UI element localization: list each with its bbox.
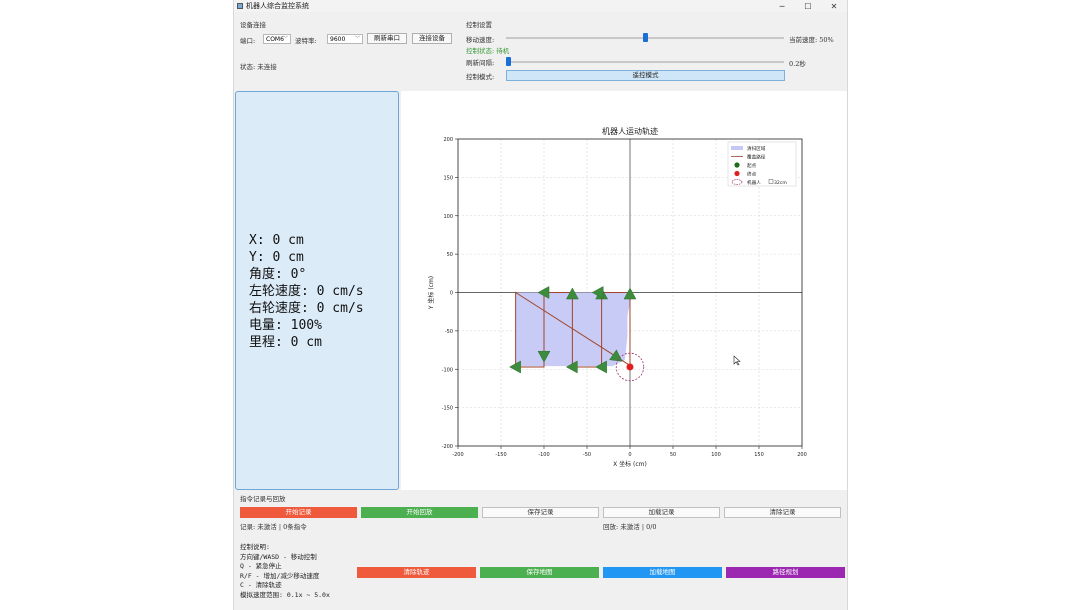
connection-status: 状态: 未连接 (240, 63, 277, 71)
start-record-button[interactable]: 开始记录 (240, 507, 357, 518)
record-section-title: 指令记录与回放 (240, 495, 286, 503)
status-x: X: 0 cm (249, 233, 304, 248)
minimize-button[interactable]: ─ (769, 2, 795, 11)
control-status: 控制状态: 待机 (466, 47, 510, 55)
app-icon (237, 3, 243, 9)
path-planning-button[interactable]: 路径规划 (726, 567, 845, 578)
y-axis-label: Y 坐标 (cm) (427, 276, 435, 310)
legend-extra-label: 32cm (774, 180, 787, 186)
x-tick-label: 50 (670, 452, 676, 458)
x-tick-label: 150 (754, 452, 764, 458)
legend-label: 机器人 (747, 179, 761, 186)
close-button[interactable]: ✕ (821, 2, 847, 11)
chart-title: 机器人运动轨迹 (602, 126, 658, 136)
x-tick-label: -150 (495, 452, 506, 458)
help-title: 控制说明: (240, 543, 270, 551)
save-record-button[interactable]: 保存记录 (482, 507, 599, 518)
help-line: Q - 紧急停止 (240, 562, 282, 570)
help-line: C - 清除轨迹 (240, 581, 282, 589)
port-value: COM6 (266, 36, 284, 43)
help-line: 方向键/WASD - 移动控制 (240, 552, 317, 561)
refresh-interval-label: 刷新间隔: (466, 59, 495, 67)
y-tick-label: 200 (443, 137, 453, 143)
app-window: 机器人综合监控系统 ─ ☐ ✕ 设备连接 端口: COM6 ﹀ 波特率: 9600… (233, 0, 848, 610)
speed-label: 移动速度: (466, 36, 495, 44)
status-angle: 角度: 0° (249, 267, 307, 282)
clear-track-button[interactable]: 清除轨迹 (357, 567, 476, 578)
x-tick-label: -100 (538, 452, 549, 458)
refresh-port-button[interactable]: 刷新串口 (367, 33, 407, 44)
trajectory-chart: -200 -150 -100 -50 0 50 100 150 200 -200 -150 -100 -… (427, 126, 807, 468)
x-tick-label: -50 (583, 452, 591, 458)
y-tick-label: -200 (442, 444, 453, 450)
y-tick-label: 0 (450, 291, 453, 297)
control-mode-label: 控制模式: (466, 73, 495, 81)
y-tick-label: 50 (447, 252, 453, 258)
x-tick-label: 200 (797, 452, 807, 458)
x-tick-label: 100 (711, 452, 721, 458)
y-tick-label: 150 (443, 175, 453, 181)
legend-label: 覆盖路径 (747, 154, 766, 161)
y-tick-label: -50 (445, 329, 453, 335)
start-replay-button[interactable]: 开始回放 (361, 507, 478, 518)
status-left-wheel-speed: 左轮速度: 0 cm/s (249, 284, 364, 299)
connection-section-title: 设备连接 (240, 21, 266, 29)
legend-label: 起点 (747, 163, 757, 169)
refresh-slider-track[interactable] (506, 61, 784, 63)
end-point-marker (626, 363, 634, 371)
status-right-wheel-speed: 右轮速度: 0 cm/s (249, 301, 364, 316)
control-section-title: 控制设置 (466, 21, 492, 29)
window-title: 机器人综合监控系统 (246, 2, 309, 10)
legend-swatch-start (734, 162, 740, 168)
x-axis-label: X 坐标 (cm) (613, 460, 647, 468)
connect-device-button[interactable]: 连接设备 (412, 33, 452, 44)
chevron-down-icon: ﹀ (282, 36, 288, 42)
arrow-head (509, 360, 521, 374)
robot-status-panel: X: 0 cm Y: 0 cm 角度: 0° 左轮速度: 0 cm/s 右轮速度… (235, 91, 399, 490)
x-tick-label: -200 (452, 452, 463, 458)
port-select[interactable]: COM6 ﹀ (263, 34, 291, 44)
status-mileage: 里程: 0 cm (249, 335, 322, 350)
baud-value: 9600 (330, 36, 346, 43)
mouse-cursor-icon (733, 355, 741, 366)
baud-select[interactable]: 9600 ﹀ (327, 34, 363, 44)
remote-mode-button[interactable]: 遥控模式 (506, 70, 785, 81)
y-tick-label: 100 (443, 214, 453, 220)
title-bar: 机器人综合监控系统 ─ ☐ ✕ (234, 0, 847, 12)
trajectory-plot-area[interactable]: -200 -150 -100 -50 0 50 100 150 200 -200 -150 -100 -… (401, 91, 847, 490)
legend-swatch-end (734, 170, 740, 177)
status-y: Y: 0 cm (249, 250, 304, 265)
baud-label: 波特率: (295, 37, 317, 45)
load-record-button[interactable]: 加载记录 (603, 507, 720, 518)
load-map-button[interactable]: 加载地图 (603, 567, 722, 578)
chart-legend: 清扫区域覆盖路径起点终点机器人 32cm (727, 141, 797, 187)
help-line: R/F - 增加/减少移动速度 (240, 571, 320, 580)
legend-label: 终点 (747, 171, 757, 178)
refresh-interval-value: 0.2秒 (789, 60, 806, 68)
status-battery: 电量: 100% (249, 318, 322, 333)
save-map-button[interactable]: 保存地图 (480, 567, 599, 578)
clear-record-button[interactable]: 清除记录 (724, 507, 841, 518)
y-tick-label: -150 (442, 406, 453, 412)
help-line: 模拟速度范围: 0.1x ~ 5.0x (240, 590, 330, 599)
help-text-block: 控制说明: 方向键/WASD - 移动控制 Q - 紧急停止 R/F - 增加/… (240, 543, 330, 600)
port-label: 端口: (240, 37, 256, 45)
x-tick-label: 0 (628, 452, 631, 458)
speed-value: 当前速度: 50% (789, 36, 834, 44)
chevron-down-icon: ﹀ (354, 36, 360, 42)
legend-label: 清扫区域 (747, 145, 766, 152)
refresh-slider-thumb[interactable] (506, 57, 511, 66)
legend-swatch-area (731, 146, 743, 150)
maximize-button[interactable]: ☐ (795, 2, 821, 11)
replay-status: 回放: 未激活 | 0/0 (603, 523, 657, 531)
record-status: 记录: 未激活 | 0条指令 (240, 523, 307, 531)
direction-arrow (509, 360, 521, 374)
y-tick-label: -100 (442, 367, 453, 373)
speed-slider-thumb[interactable] (643, 33, 648, 42)
